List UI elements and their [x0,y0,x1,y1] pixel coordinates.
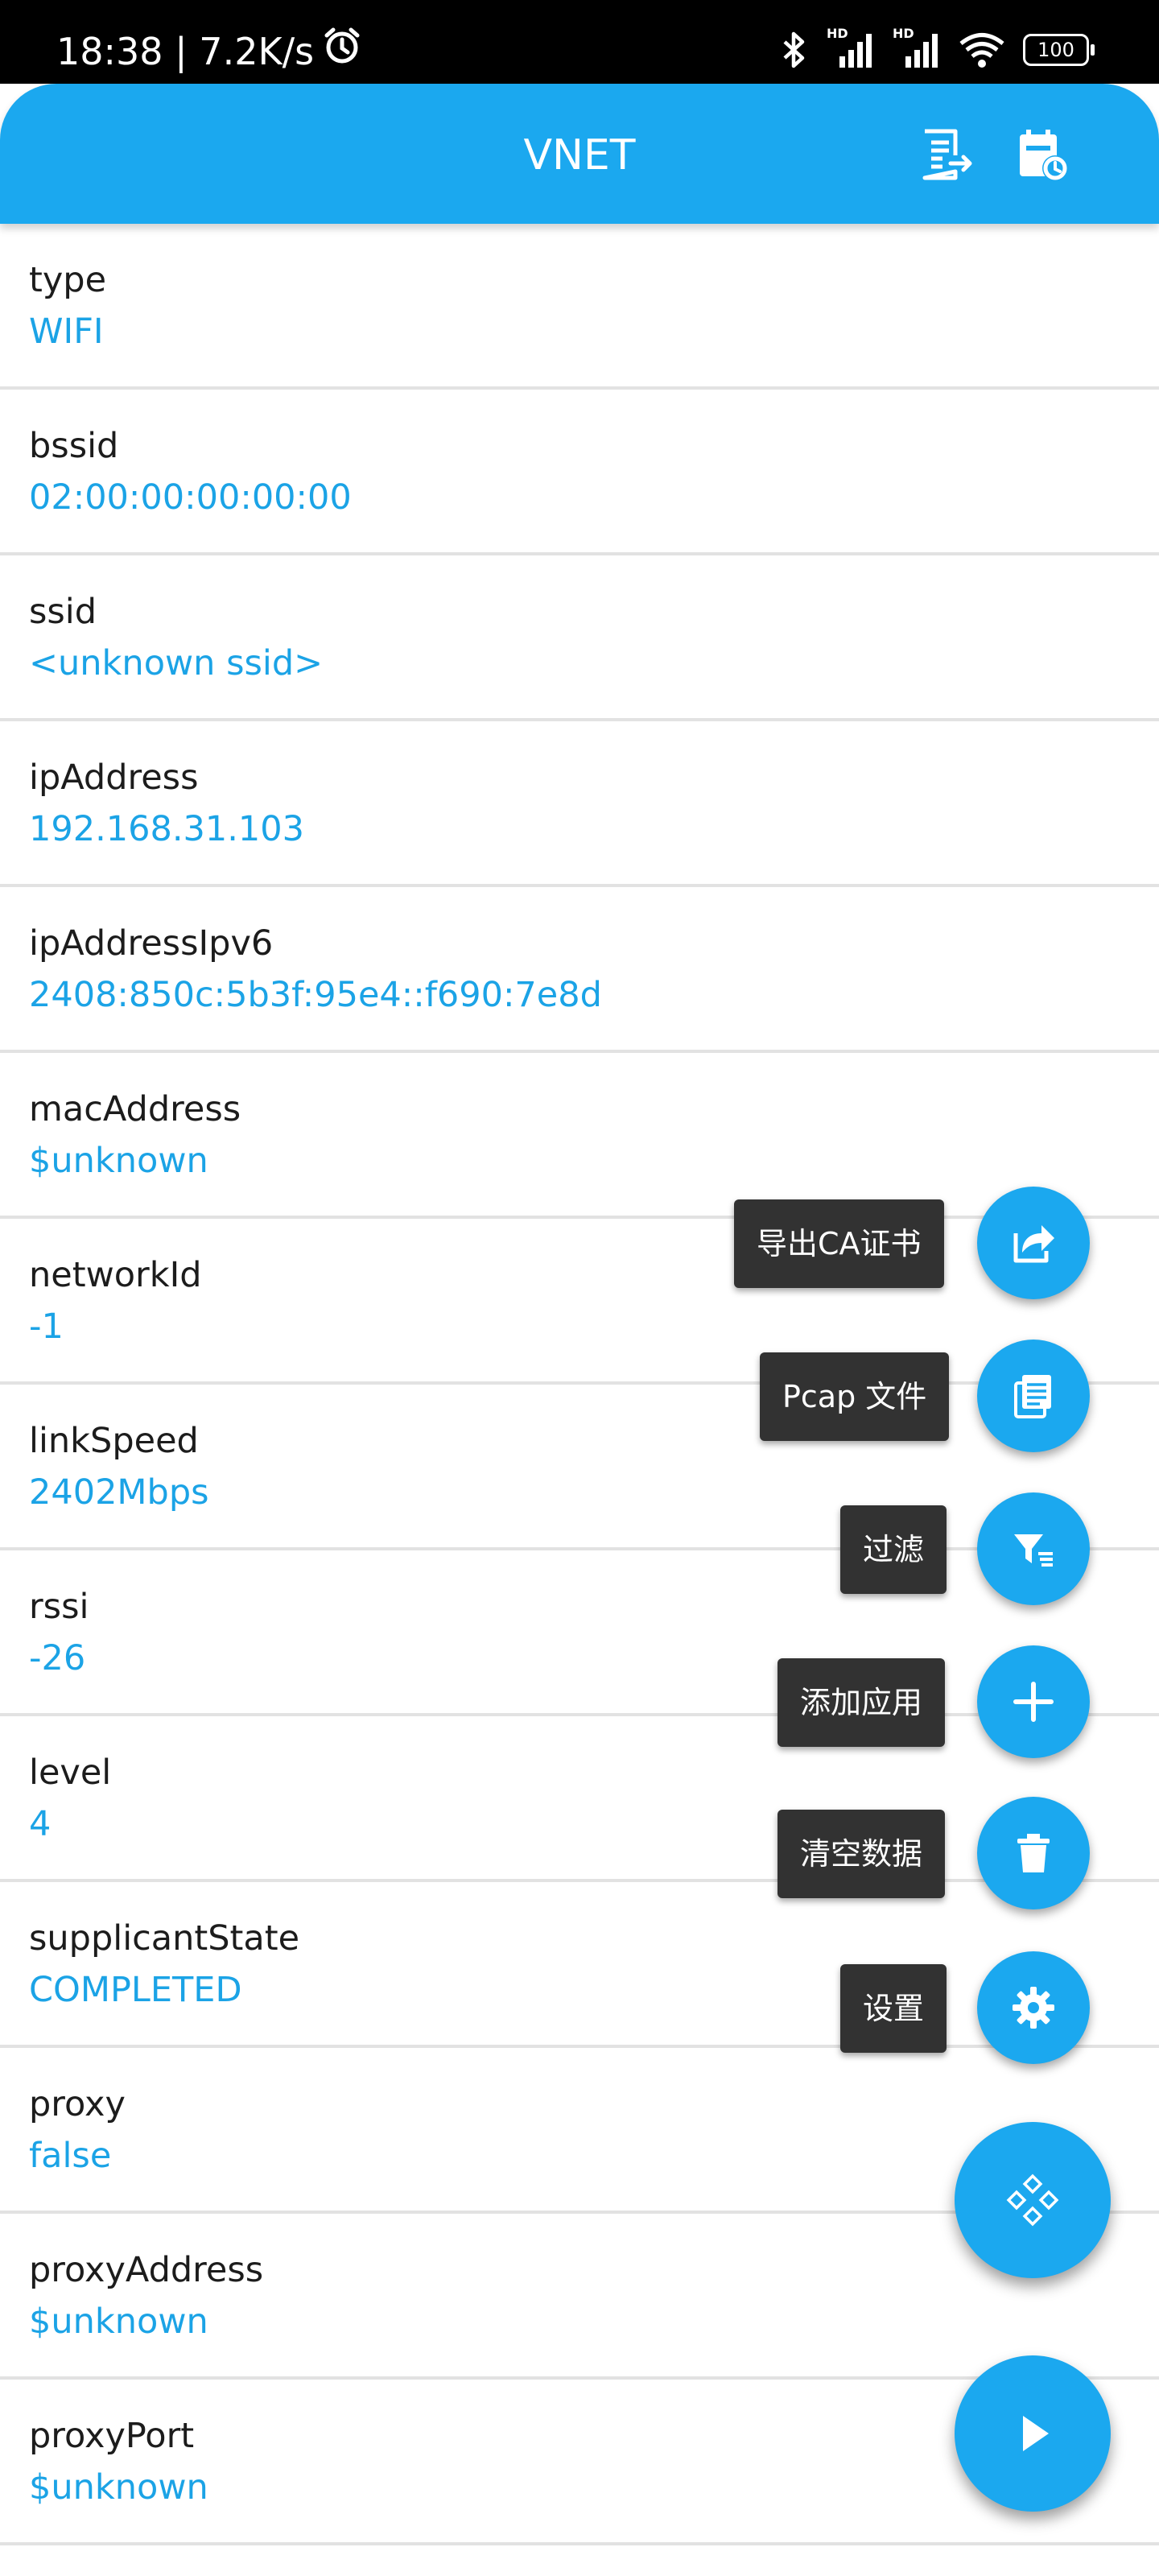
row-label: supplicantState [29,1918,300,1959]
status-bar: 18:38 | 7.2K/s HD HD 100 [0,0,1159,84]
pcap-file-label[interactable]: Pcap 文件 [760,1352,950,1441]
pcap-file-button[interactable] [977,1340,1090,1452]
clear-data-button[interactable] [977,1797,1090,1909]
row-value: WIFI [29,312,104,352]
row-label: ssid [29,592,97,632]
row-label: type [29,260,107,300]
status-left: 18:38 | 7.2K/s [56,26,362,77]
filter-button[interactable] [977,1492,1090,1605]
speed-dial-toggle-button[interactable] [955,2122,1111,2278]
row-label: proxy [29,2084,126,2124]
row-label: ipAddressIpv6 [29,923,274,964]
filter-icon [1014,1534,1053,1567]
diamond-grid-icon [1006,2174,1059,2227]
row-value: 02:00:00:00:00:00 [29,477,352,518]
row-value: COMPLETED [29,1970,242,2010]
export-list-icon [922,129,972,180]
row-value: 2408:850c:5b3f:95e4::f690:7e8d [29,975,602,1015]
list-item: macAddress $unknown [0,1053,1159,1219]
signal-2-icon: HD [893,26,941,68]
row-label: proxyPort [29,2416,195,2456]
add-app-button[interactable] [977,1645,1090,1758]
row-label: proxyAddress [29,2250,264,2290]
hd-label-2: HD [893,26,914,41]
app-bar: VNET [0,84,1159,224]
list-item: ipAddress 192.168.31.103 [0,721,1159,887]
wifi-icon [959,31,1005,68]
row-value: 192.168.31.103 [29,809,304,849]
row-value: <unknown ssid> [29,643,324,683]
row-label: linkSpeed [29,1421,199,1461]
list-item: ssid <unknown ssid> [0,555,1159,721]
list-item: bssid 02:00:00:00:00:00 [0,390,1159,555]
row-value: $unknown [29,2467,208,2508]
row-label: rssi [29,1587,89,1627]
row-label: networkId [29,1255,202,1295]
row-label: level [29,1752,112,1793]
history-button[interactable] [1011,122,1075,187]
filter-label[interactable]: 过滤 [840,1505,947,1594]
battery-icon: 100 [1023,34,1095,66]
trash-icon [1017,1834,1050,1872]
row-value: 2402Mbps [29,1472,209,1513]
row-value: 4 [29,1804,52,1844]
play-icon [1023,2416,1049,2451]
export-log-button[interactable] [914,122,979,187]
status-time-speed: 18:38 | 7.2K/s [56,30,315,73]
row-label: ipAddress [29,758,199,798]
settings-label[interactable]: 设置 [840,1964,947,2053]
clear-data-label[interactable]: 清空数据 [777,1810,946,1898]
document-icon [1014,1375,1051,1418]
bluetooth-icon [780,31,809,69]
row-value: $unknown [29,1141,208,1181]
status-right: HD HD 100 [780,26,1095,69]
share-icon [1013,1225,1054,1263]
row-value: false [29,2136,112,2176]
export-ca-button[interactable] [977,1187,1090,1299]
row-value: -26 [29,1638,86,1678]
hd-label-1: HD [827,26,848,41]
battery-level: 100 [1023,34,1089,66]
calendar-clock-icon [1020,130,1068,181]
row-value: $unknown [29,2301,208,2342]
settings-button[interactable] [977,1951,1090,2064]
gear-icon [1013,1987,1054,2029]
start-capture-button[interactable] [955,2355,1111,2512]
row-label: macAddress [29,1089,241,1129]
add-app-label[interactable]: 添加应用 [777,1658,946,1747]
alarm-icon [322,26,362,77]
list-item: ipAddressIpv6 2408:850c:5b3f:95e4::f690:… [0,887,1159,1053]
signal-1-icon: HD [827,26,875,68]
row-label: bssid [29,426,119,466]
row-value: -1 [29,1307,64,1347]
plus-icon [1013,1682,1054,1722]
app-title: VNET [523,131,636,180]
list-item: type WIFI [0,224,1159,390]
export-ca-label[interactable]: 导出CA证书 [734,1199,944,1288]
